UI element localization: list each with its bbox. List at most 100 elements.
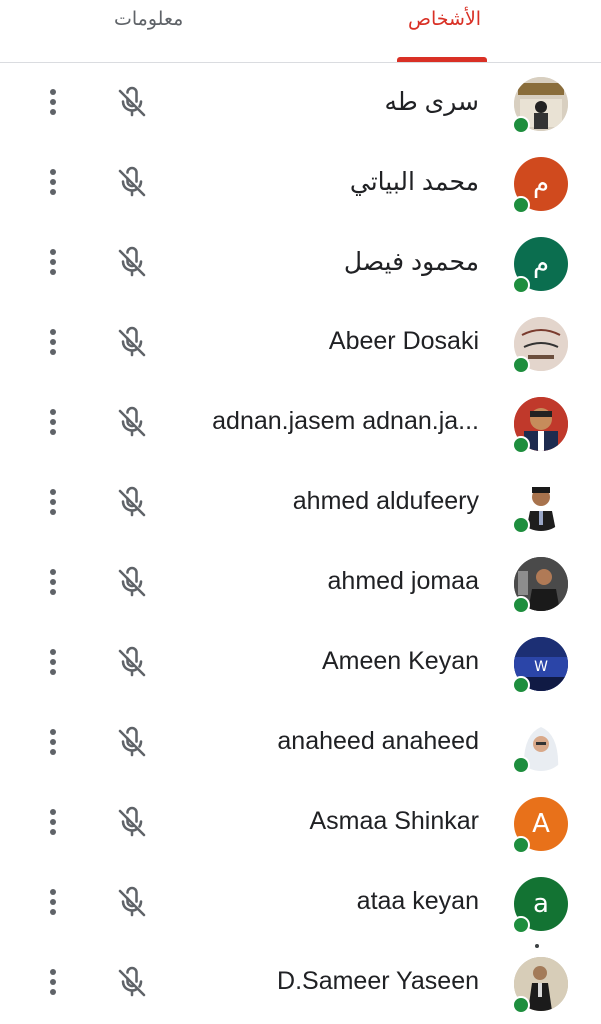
avatar-letter: م [532,169,550,199]
participant-row[interactable]: Ameen Keyan W [0,623,601,703]
online-status-indicator [512,756,530,774]
participant-row[interactable]: anaheed anaheed [0,703,601,783]
more-dot [50,649,56,655]
online-status-indicator [512,596,530,614]
more-dot [50,819,56,825]
avatar-letter: a [533,889,549,919]
more-options-icon[interactable] [40,409,66,439]
more-dot [50,249,56,255]
more-dot [50,659,56,665]
more-dot [50,409,56,415]
more-dot [50,979,56,985]
more-options-icon[interactable] [40,889,66,919]
more-dot [50,269,56,275]
more-dot [50,169,56,175]
mic-off-icon[interactable] [114,805,150,841]
mic-off-icon[interactable] [114,405,150,441]
mic-off-icon[interactable] [114,645,150,681]
more-options-icon[interactable] [40,249,66,279]
more-options-icon[interactable] [40,489,66,519]
more-dot [50,729,56,735]
participant-name: محمد البياتي [349,168,479,196]
svg-text:W: W [534,659,548,675]
tab-people[interactable]: الأشخاص [408,8,481,30]
participant-name: محمود فيصل [343,248,479,276]
more-dot [50,489,56,495]
more-dot [50,809,56,815]
participant-name: ahmed aldufeery [292,487,479,515]
more-dot [50,589,56,595]
more-dot [50,909,56,915]
participant-name: anaheed anaheed [277,727,479,755]
tab-info[interactable]: معلومات [114,8,183,30]
participant-name: ahmed jomaa [327,567,479,595]
divider-dot [535,944,539,948]
more-options-icon[interactable] [40,569,66,599]
more-dot [50,329,56,335]
participant-row[interactable]: D.Sameer Yaseen [0,943,601,1023]
more-dot [50,889,56,895]
more-dot [50,89,56,95]
participant-row[interactable]: ahmed jomaa [0,543,601,623]
mic-off-icon[interactable] [114,165,150,201]
avatar-letter: A [532,809,550,839]
more-dot [50,259,56,265]
participant-row[interactable]: ahmed aldufeery [0,463,601,543]
tab-bar: معلومات الأشخاص [0,0,601,63]
participant-name: Ameen Keyan [321,647,479,675]
more-dot [50,339,56,345]
mic-off-icon[interactable] [114,565,150,601]
more-dot [50,579,56,585]
more-options-icon[interactable] [40,729,66,759]
online-status-indicator [512,116,530,134]
more-options-icon[interactable] [40,969,66,999]
more-dot [50,189,56,195]
more-dot [50,749,56,755]
active-tab-indicator [397,57,487,62]
more-dot [50,899,56,905]
online-status-indicator [512,436,530,454]
mic-off-icon[interactable] [114,725,150,761]
online-status-indicator [512,196,530,214]
online-status-indicator [512,516,530,534]
more-options-icon[interactable] [40,649,66,679]
participant-row[interactable]: ataa keyan a [0,863,601,943]
more-dot [50,969,56,975]
more-dot [50,739,56,745]
more-options-icon[interactable] [40,89,66,119]
participant-name: ataa keyan [356,887,479,915]
more-dot [50,829,56,835]
online-status-indicator [512,916,530,934]
online-status-indicator [512,996,530,1014]
more-options-icon[interactable] [40,329,66,359]
avatar-letter: م [532,249,550,279]
online-status-indicator [512,676,530,694]
participant-name: D.Sameer Yaseen [277,967,479,995]
more-dot [50,669,56,675]
participant-row[interactable]: محمد البياتي م [0,143,601,223]
online-status-indicator [512,276,530,294]
participant-name: Abeer Dosaki [328,327,479,355]
more-dot [50,509,56,515]
more-dot [50,499,56,505]
participant-row[interactable]: محمود فيصل م [0,223,601,303]
online-status-indicator [512,356,530,374]
more-dot [50,349,56,355]
participant-name: Asmaa Shinkar [309,807,479,835]
more-options-icon[interactable] [40,809,66,839]
mic-off-icon[interactable] [114,965,150,1001]
mic-off-icon[interactable] [114,325,150,361]
more-dot [50,179,56,185]
mic-off-icon[interactable] [114,245,150,281]
mic-off-icon[interactable] [114,885,150,921]
more-dot [50,109,56,115]
participant-row[interactable]: سرى طه [0,63,601,143]
more-dot [50,419,56,425]
more-dot [50,99,56,105]
participant-row[interactable]: Abeer Dosaki [0,303,601,383]
participant-row[interactable]: adnan.jasem adnan.ja... [0,383,601,463]
more-options-icon[interactable] [40,169,66,199]
mic-off-icon[interactable] [114,485,150,521]
mic-off-icon[interactable] [114,85,150,121]
participant-row[interactable]: Asmaa Shinkar A [0,783,601,863]
